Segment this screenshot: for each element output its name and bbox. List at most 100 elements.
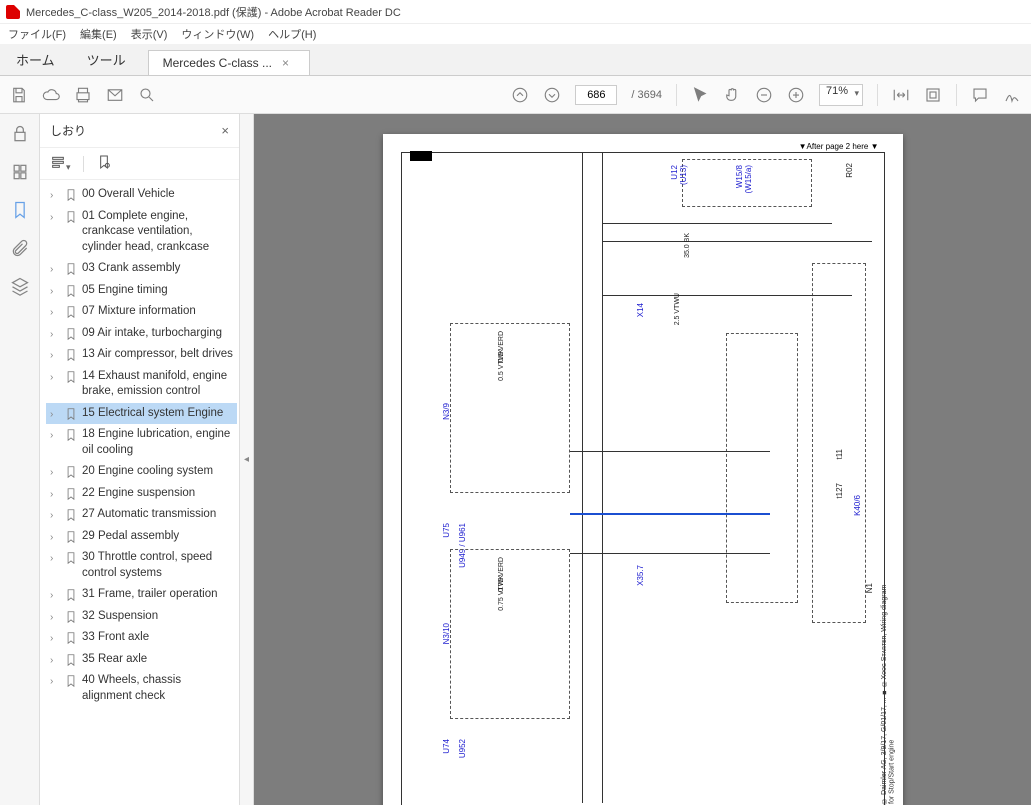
pointer-icon[interactable] [691,86,709,104]
bookmark-label: 29 Pedal assembly [82,529,233,545]
bookmark-item[interactable]: ›32 Suspension [46,606,237,628]
bookmark-label: 03 Crank assembly [82,261,233,277]
bookmark-item[interactable]: › 40 Wheels, chassis alignment check [46,670,237,707]
cloud-icon[interactable] [42,86,60,104]
bookmark-icon [64,305,78,319]
bookmark-item[interactable]: › 30 Throttle control, speed control syst… [46,547,237,584]
chevron-right-icon[interactable]: › [50,652,60,668]
tab-tools[interactable]: ツール [71,44,142,75]
bookmarks-tree[interactable]: ›00 Overall Vehicle›01 Complete engine, … [40,180,239,805]
chevron-right-icon[interactable]: › [50,550,60,566]
bookmark-item[interactable]: › 07 Mixture information [46,301,237,323]
rail-bookmarks-icon[interactable] [10,200,30,220]
bookmark-item[interactable]: ›27 Automatic transmission [46,504,237,526]
bookmarks-find-icon[interactable] [96,154,112,173]
bookmark-item[interactable]: › 35 Rear axle [46,649,237,671]
bookmark-label: 35 Rear axle [82,652,233,668]
bookmark-icon [64,370,78,384]
rail-thumbnails-icon[interactable] [10,162,30,182]
bookmark-icon [64,327,78,341]
tab-document[interactable]: Mercedes C-class ... × [148,50,310,75]
rail-lock-icon[interactable] [10,124,30,144]
bookmark-item[interactable]: ›13 Air compressor, belt drives [46,344,237,366]
bookmark-icon [64,530,78,544]
chevron-right-icon[interactable]: › [50,369,60,385]
menu-window[interactable]: ウィンドウ(W) [181,26,254,42]
search-icon[interactable] [138,86,156,104]
chevron-right-icon[interactable]: › [50,261,60,277]
bookmark-item[interactable]: ›33 Front axle [46,627,237,649]
save-icon[interactable] [10,86,28,104]
bookmark-label: 15 Electrical system Engine [82,406,233,422]
bookmark-item[interactable]: › 14 Exhaust manifold, engine brake, emis… [46,366,237,403]
chevron-right-icon[interactable]: › [50,209,60,225]
chevron-right-icon[interactable]: › [50,427,60,443]
bookmark-item[interactable]: › 31 Frame, trailer operation [46,584,237,606]
bookmarks-close-icon[interactable]: × [221,123,229,138]
bookmark-item[interactable]: ›18 Engine lubrication, engine oil cooli… [46,424,237,461]
bookmark-item[interactable]: ›09 Air intake, turbocharging [46,323,237,345]
bookmark-item[interactable]: › 15 Electrical system Engine [46,403,237,425]
bookmark-icon [64,674,78,688]
sign-icon[interactable] [1003,86,1021,104]
rail-attachments-icon[interactable] [10,238,30,258]
bookmark-icon [64,428,78,442]
chevron-right-icon[interactable]: › [50,507,60,523]
bookmark-icon [64,465,78,479]
rail-layers-icon[interactable] [10,276,30,296]
chevron-right-icon[interactable]: › [50,486,60,502]
page-number-input[interactable] [575,85,617,105]
menu-file[interactable]: ファイル(F) [8,26,66,42]
print-icon[interactable] [74,86,92,104]
fit-width-icon[interactable] [892,86,910,104]
mail-icon[interactable] [106,86,124,104]
titlebar: Mercedes_C-class_W205_2014-2018.pdf (保護)… [0,0,1031,24]
bookmark-item[interactable]: › 03 Crank assembly [46,258,237,280]
tab-close-icon[interactable]: × [282,56,289,70]
zoom-in-icon[interactable] [787,86,805,104]
bookmark-label: 14 Exhaust manifold, engine brake, emiss… [82,369,233,400]
chevron-right-icon[interactable]: › [50,630,60,646]
zoom-select[interactable]: 71% [819,84,863,106]
bookmark-icon [64,487,78,501]
bookmark-item[interactable]: ›05 Engine timing [46,280,237,302]
chevron-right-icon[interactable]: › [50,464,60,480]
sidebar-collapse-handle[interactable]: ◂ [240,114,254,805]
bookmarks-options-icon[interactable]: ▾ [50,154,71,173]
bookmarks-panel: しおり × ▾ ›00 Overall Vehicle›01 Complete … [40,114,240,805]
chevron-right-icon[interactable]: › [50,529,60,545]
chevron-right-icon[interactable]: › [50,347,60,363]
hand-icon[interactable] [723,86,741,104]
bookmark-icon [64,610,78,624]
menubar: ファイル(F) 編集(E) 表示(V) ウィンドウ(W) ヘルプ(H) [0,24,1031,44]
bookmark-item[interactable]: ›22 Engine suspension [46,483,237,505]
bookmark-label: 30 Throttle control, speed control syste… [82,550,233,581]
chevron-right-icon[interactable]: › [50,326,60,342]
chevron-right-icon[interactable]: › [50,406,60,422]
chevron-right-icon[interactable]: › [50,304,60,320]
page-up-icon[interactable] [511,86,529,104]
bookmark-icon [64,407,78,421]
bookmark-item[interactable]: ›00 Overall Vehicle [46,184,237,206]
chevron-right-icon[interactable]: › [50,283,60,299]
menu-edit[interactable]: 編集(E) [80,26,117,42]
fit-page-icon[interactable] [924,86,942,104]
zoom-out-icon[interactable] [755,86,773,104]
comment-icon[interactable] [971,86,989,104]
bookmark-label: 07 Mixture information [82,304,233,320]
page-down-icon[interactable] [543,86,561,104]
bookmark-label: 40 Wheels, chassis alignment check [82,673,233,704]
menu-view[interactable]: 表示(V) [131,26,168,42]
document-viewer[interactable]: ▼After page 2 here ▼ U12 (U13) W15/8 (W1… [254,114,1031,805]
bookmark-item[interactable]: › 29 Pedal assembly [46,526,237,548]
chevron-right-icon[interactable]: › [50,587,60,603]
menu-help[interactable]: ヘルプ(H) [268,26,316,42]
chevron-right-icon[interactable]: › [50,609,60,625]
bookmark-icon [64,588,78,602]
chevron-right-icon[interactable]: › [50,187,60,203]
bookmark-label: 31 Frame, trailer operation [82,587,233,603]
tab-home[interactable]: ホーム [0,44,71,75]
bookmark-item[interactable]: ›20 Engine cooling system [46,461,237,483]
bookmark-item[interactable]: ›01 Complete engine, crankcase ventilati… [46,206,237,259]
chevron-right-icon[interactable]: › [50,673,60,689]
